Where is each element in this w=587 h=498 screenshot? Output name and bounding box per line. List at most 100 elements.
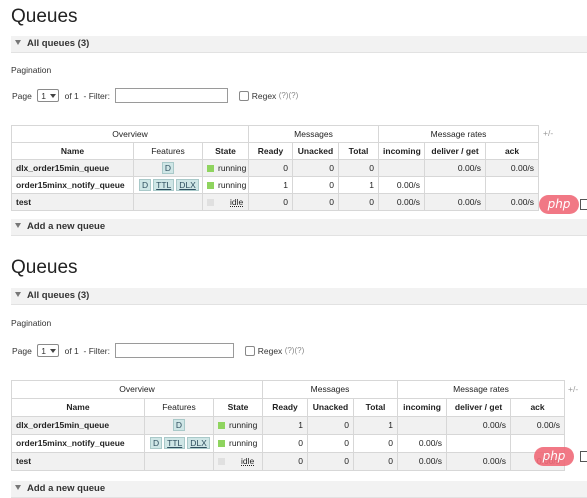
column-features: Features [133,142,203,160]
page-label: Page [12,90,32,101]
total-count: 1 [352,416,399,435]
filter-input[interactable] [115,88,229,104]
ready-count: 0 [248,159,293,177]
queue-state: running [202,159,249,177]
feature-tag-dlx[interactable]: DLX [176,179,199,191]
all-queues-toggle[interactable]: All queues (3) [11,288,587,305]
queue-features [133,193,203,211]
column-total[interactable]: Total [337,142,380,160]
rates-group-header: Message rates [397,380,566,399]
php-watermark: php [539,195,579,214]
column-options-toggle[interactable]: +/- [543,128,553,138]
column-total[interactable]: Total [352,398,399,417]
deliver-get-rate: 0.00/s [424,193,487,211]
pager: Page 1 of 1 - Filter: Regex (?)(?) [12,87,299,104]
triangle-down-icon [15,40,21,46]
page-count-label: of 1 [64,345,79,356]
pager: Page 1 of 1 - Filter: Regex (?)(?) [12,342,305,359]
queue-name-link[interactable]: dlx_order15min_queue [11,416,145,435]
table-row[interactable]: order15minx_notify_queue D TTL DLX running 1 0… [11,176,540,194]
deliver-get-rate [424,176,487,194]
column-name[interactable]: Name [11,142,134,160]
regex-checkbox[interactable] [244,345,255,356]
column-incoming[interactable]: incoming [397,398,448,417]
column-ready[interactable]: Ready [248,142,293,160]
column-ack[interactable]: ack [485,142,540,160]
queue-name-link[interactable]: test [11,193,134,211]
queue-features: D [144,416,214,435]
queue-features [144,452,214,471]
queue-name-link[interactable]: order15minx_notify_queue [11,434,145,453]
triangle-down-icon [15,485,21,491]
regex-checkbox[interactable] [238,90,249,101]
table-row[interactable]: dlx_order15min_queue Drunning 1 0 1 0.00/s 0.0… [11,416,566,435]
deliver-get-rate [446,434,512,453]
queue-name-link[interactable]: dlx_order15min_queue [11,159,134,177]
page-count-label: of 1 [64,90,79,101]
table-row[interactable]: order15minx_notify_queue D TTL DLX running 0 0… [11,434,566,453]
add-queue-toggle[interactable]: Add a new queue [11,219,587,236]
queue-name-link[interactable]: test [11,452,145,471]
page-select-value: 1 [41,91,46,102]
page-title: Queues [11,257,78,278]
add-queue-toggle[interactable]: Add a new queue [11,481,587,498]
state-text: idle [230,197,244,207]
ready-count: 1 [262,416,308,435]
deliver-get-rate: 0.00/s [446,416,512,435]
column-incoming[interactable]: incoming [378,142,426,160]
queues-table: Overview Messages Message rates Name Fea… [11,380,566,471]
messages-group-header: Messages [247,125,380,143]
column-state[interactable]: State [213,398,263,417]
column-ack[interactable]: ack [510,398,566,417]
feature-tag-ttl[interactable]: TTL [164,437,186,449]
filter-input[interactable] [115,343,235,359]
queue-state: running [213,434,263,453]
overview-group-header: Overview [11,125,249,143]
page-title: Queues [11,6,78,27]
total-count: 1 [337,176,380,194]
table-row[interactable]: testidle0000.00/s0.00/s0.00/s [11,193,540,211]
table-row[interactable]: dlx_order15min_queue Drunning 0 0 0 0.00/s 0.0… [11,159,540,177]
state-indicator-icon [207,165,214,173]
column-deliver-get[interactable]: deliver / get [446,398,512,417]
feature-tag-ttl[interactable]: TTL [153,179,175,191]
column-features: Features [144,398,214,417]
regex-help-link[interactable]: (?)(?) [279,91,299,100]
feature-tag-d[interactable]: D [172,419,186,431]
page-label: Page [12,345,32,356]
column-deliver-get[interactable]: deliver / get [424,142,487,160]
total-count: 0 [352,452,399,471]
feature-tag-d[interactable]: D [139,179,152,191]
column-unacked[interactable]: Unacked [292,142,339,160]
queue-state: idle [202,193,249,211]
queue-state: running [213,416,263,435]
triangle-down-icon [15,223,21,229]
add-queue-label: Add a new queue [27,483,106,494]
incoming-rate: 0.00/s [397,452,448,471]
incoming-rate: 0.00/s [397,434,448,453]
feature-tag-d[interactable]: D [161,162,175,174]
queue-features: D [133,159,203,177]
queue-features: D TTL DLX [133,176,203,194]
all-queues-label: All queues (3) [27,38,90,49]
column-ready[interactable]: Ready [262,398,308,417]
column-unacked[interactable]: Unacked [307,398,354,417]
ready-count: 1 [248,176,293,194]
page-select[interactable]: 1 [37,344,60,358]
column-name[interactable]: Name [11,398,145,417]
feature-tag-dlx[interactable]: DLX [187,437,210,449]
column-state[interactable]: State [202,142,249,160]
queue-state: idle [213,452,263,471]
page-select[interactable]: 1 [37,89,60,103]
chevron-down-icon [50,349,57,354]
total-count: 0 [337,193,380,211]
table-row[interactable]: testidle0000.00/s0.00/s0.00/s [11,452,566,471]
column-options-toggle[interactable]: +/- [568,384,578,394]
ack-rate [485,176,540,194]
all-queues-toggle[interactable]: All queues (3) [11,36,587,53]
queue-state: running [202,176,249,194]
regex-help-link[interactable]: (?)(?) [285,346,305,355]
queue-name-link[interactable]: order15minx_notify_queue [11,176,134,194]
feature-tag-d[interactable]: D [150,437,163,449]
triangle-down-icon [15,292,21,298]
